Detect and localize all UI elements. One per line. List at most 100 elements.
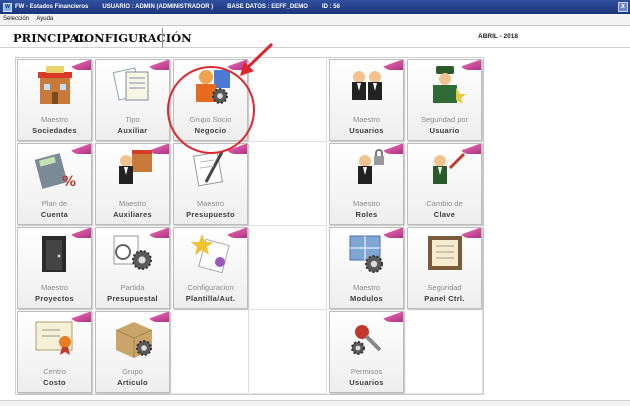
tab-configuracion[interactable]: CONFIGURACIÓN [75, 31, 192, 45]
module-title: Costo [43, 378, 66, 387]
module-cell: Maestro Modulos [328, 226, 405, 310]
module-cell: Tipo Auxiliar [94, 58, 171, 142]
module-caption: Maestro [196, 199, 225, 208]
module-cell: Permisos Usuarios [328, 310, 405, 394]
close-icon[interactable]: x [618, 2, 628, 12]
module-tile-proyectos[interactable]: Maestro Proyectos [17, 227, 92, 309]
budget-pen-icon [188, 148, 234, 190]
module-caption: Maestro [352, 199, 381, 208]
module-title: Usuarios [349, 378, 384, 387]
empty-cell [172, 310, 249, 394]
project-door-icon [32, 232, 78, 274]
module-title: Auxiliares [113, 210, 152, 219]
module-cell: Maestro Presupuesto [172, 142, 249, 226]
module-title: Panel Ctrl. [424, 294, 465, 303]
module-cell: Maestro Roles [328, 142, 405, 226]
empty-cell [250, 142, 327, 226]
module-tile-auxiliares[interactable]: Maestro Auxiliares [95, 143, 170, 225]
security-guard-icon [422, 64, 468, 106]
module-tile-usuarios[interactable]: Permisos Usuarios [329, 311, 404, 393]
menu-bar: Selección Ayuda [0, 14, 630, 25]
user-lock-icon [344, 148, 390, 190]
module-tile-plantilla-aut[interactable]: Configuracion Plantilla/Aut. [173, 227, 248, 309]
module-title: Auxiliar [117, 126, 148, 135]
empty-cell [250, 226, 327, 310]
arrow-annotation-icon [240, 42, 274, 76]
divider [0, 25, 630, 26]
module-caption: Configuracion [187, 283, 234, 292]
module-cell: Seguridad Panel Ctrl. [406, 226, 483, 310]
module-title: Proyectos [35, 294, 74, 303]
module-caption: Centro [43, 367, 66, 376]
module-tile-costo[interactable]: Centro Costo [17, 311, 92, 393]
svg-text:%: % [62, 174, 76, 190]
module-cell: Centro Costo [16, 310, 93, 394]
module-cell: Maestro Sociedades [16, 58, 93, 142]
app-title: FW - Estados Financieros [15, 4, 89, 10]
module-caption: Partida [120, 283, 145, 292]
box-gears-icon [110, 316, 156, 358]
module-cell: Configuracion Plantilla/Aut. [172, 226, 249, 310]
tab-divider [162, 28, 163, 48]
menu-ayuda[interactable]: Ayuda [36, 16, 53, 22]
menu-seleccion[interactable]: Selección [3, 16, 29, 22]
module-caption: Plan de [41, 199, 68, 208]
module-tile-sociedades[interactable]: Maestro Sociedades [17, 59, 92, 141]
period-label: ABRIL - 2018 [478, 33, 518, 40]
module-cell: Maestro Usuarios [328, 58, 405, 142]
building-icon [32, 64, 78, 106]
modules-gear-icon [344, 232, 390, 274]
module-tile-cuenta[interactable]: % Plan de Cuenta [17, 143, 92, 225]
window-title-bar: W FW - Estados Financieros USUARIO : ADM… [0, 0, 630, 14]
empty-cell [250, 310, 327, 394]
module-title: Presupuesto [186, 210, 235, 219]
users-icon [344, 64, 390, 106]
module-title: Roles [355, 210, 378, 219]
module-cell: Maestro Proyectos [16, 226, 93, 310]
module-caption: Grupo [122, 367, 143, 376]
module-cell: % Plan de Cuenta [16, 142, 93, 226]
template-star-icon [188, 232, 234, 274]
module-title: Articulo [117, 378, 148, 387]
module-title: Usuario [429, 126, 460, 135]
calculator-icon: % [32, 148, 78, 190]
module-title: Sociedades [32, 126, 77, 135]
module-caption: Maestro [118, 199, 147, 208]
module-title: Usuarios [349, 126, 384, 135]
module-caption: Tipo [125, 115, 140, 124]
module-tile-presupuesto[interactable]: Maestro Presupuesto [173, 143, 248, 225]
module-title: Clave [433, 210, 456, 219]
module-tile-usuarios[interactable]: Maestro Usuarios [329, 59, 404, 141]
employee-building-icon [110, 148, 156, 190]
module-tile-modulos[interactable]: Maestro Modulos [329, 227, 404, 309]
module-cell: Cambio de Clave [406, 142, 483, 226]
user-info: USUARIO : ADMIN (ADMINISTRADOR ) [102, 4, 214, 10]
module-title: Cuenta [40, 210, 69, 219]
module-caption: Maestro [352, 115, 381, 124]
module-cell: Seguridad por Usuario [406, 58, 483, 142]
module-tile-clave[interactable]: Cambio de Clave [407, 143, 482, 225]
module-tile-auxiliar[interactable]: Tipo Auxiliar [95, 59, 170, 141]
module-caption: Maestro [40, 283, 69, 292]
module-cell: Partida Presupuestal [94, 226, 171, 310]
module-tile-panel-ctrl[interactable]: Seguridad Panel Ctrl. [407, 227, 482, 309]
empty-cell [406, 310, 483, 394]
module-tile-presupuestal[interactable]: Partida Presupuestal [95, 227, 170, 309]
module-tile-usuario[interactable]: Seguridad por Usuario [407, 59, 482, 141]
control-panel-book-icon [422, 232, 468, 274]
module-tile-articulo[interactable]: Grupo Articulo [95, 311, 170, 393]
tab-header: PRINCIPAL CONFIGURACIÓN ABRIL - 2018 [0, 25, 630, 48]
module-title: Presupuestal [107, 294, 158, 303]
database-info: BASE DATOS : EEFF_DEMO [227, 4, 308, 10]
module-caption: Seguridad por [420, 115, 469, 124]
change-password-icon [422, 148, 468, 190]
module-title: Plantilla/Aut. [185, 294, 236, 303]
cost-center-certificate-icon [32, 316, 78, 358]
module-title: Modulos [350, 294, 383, 303]
module-tile-roles[interactable]: Maestro Roles [329, 143, 404, 225]
module-cell: Maestro Auxiliares [94, 142, 171, 226]
budget-gears-icon [110, 232, 156, 274]
documents-icon [110, 64, 156, 106]
module-caption: Seguridad [427, 283, 462, 292]
module-caption: Maestro [352, 283, 381, 292]
